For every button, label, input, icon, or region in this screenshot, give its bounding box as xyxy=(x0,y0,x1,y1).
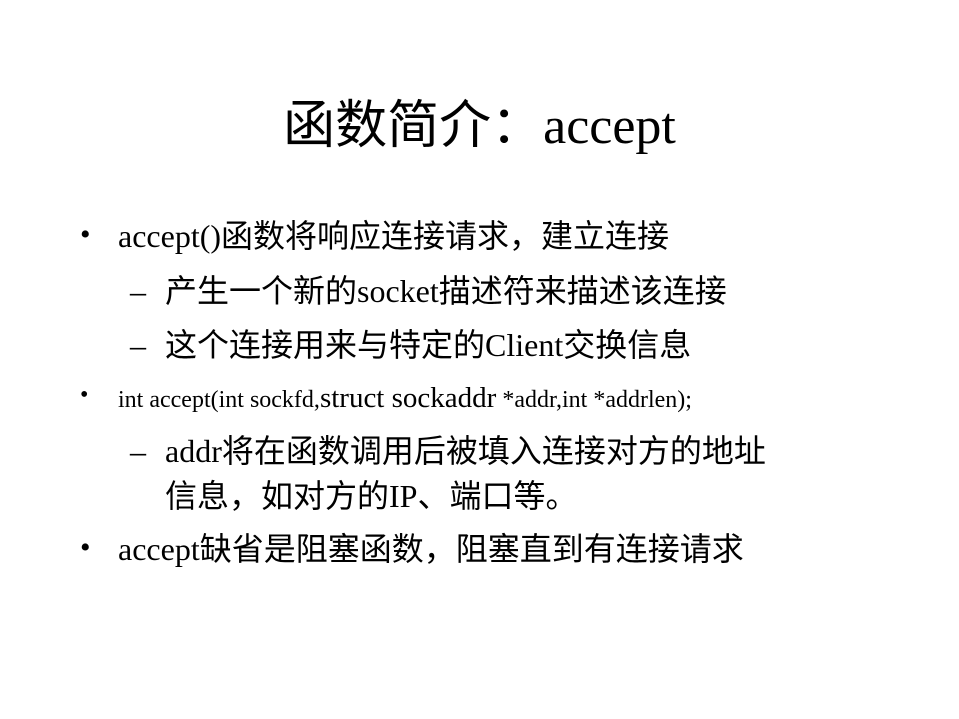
bullet-icon: • xyxy=(80,382,89,408)
signature-part-3: *addr,int *addrlen); xyxy=(496,387,692,413)
sub-item-text-line-2: 信息，如对方的IP、端口等。 xyxy=(165,478,578,514)
slide: 函数简介：accept • accept()函数将响应连接请求，建立连接 – 产… xyxy=(0,0,959,719)
function-signature: int accept(int sockfd,struct sockaddr *a… xyxy=(118,382,692,415)
bullet-icon: • xyxy=(80,531,91,564)
slide-title: 函数简介：accept xyxy=(283,98,676,155)
dash-icon: – xyxy=(130,433,146,469)
sub-item-text-line-1: addr将在函数调用后被填入连接对方的地址 xyxy=(165,433,766,469)
bullet-icon: • xyxy=(80,218,91,251)
sub-item-text: 产生一个新的socket描述符来描述该连接 xyxy=(165,273,727,309)
dash-icon: – xyxy=(130,273,146,309)
dash-icon: – xyxy=(130,327,146,363)
bullet-text: accept()函数将响应连接请求，建立连接 xyxy=(118,218,670,254)
signature-part-2: struct sockaddr xyxy=(319,382,497,414)
bullet-text: accept缺省是阻塞函数，阻塞直到有连接请求 xyxy=(118,531,744,567)
sub-item-text: 这个连接用来与特定的Client交换信息 xyxy=(165,327,692,363)
signature-part-1: int accept(int sockfd, xyxy=(118,387,320,413)
